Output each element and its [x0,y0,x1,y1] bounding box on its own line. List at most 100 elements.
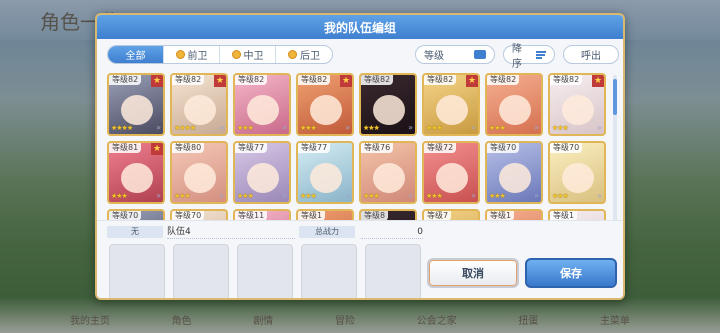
character-stars: ★★★ [552,124,569,132]
character-portrait [499,95,531,125]
character-card[interactable]: 等级70 ★★★ » [548,141,606,204]
favorite-star-icon: ★ [151,143,163,155]
character-portrait [310,95,342,125]
character-level: 等级77 [235,143,268,153]
filter-toolbar: 全部 前卫 中卫 后卫 等级 降序 呼出 [107,44,619,70]
rank-arrow-icon: » [597,191,602,200]
character-stars: ★★★★ [111,124,133,132]
sort-field-icon [474,50,486,59]
favorite-star-icon: ★ [340,75,352,87]
character-card[interactable]: 等级82 ★★★ » [359,73,417,136]
character-list-scrollbar[interactable] [613,75,617,225]
total-power-label: 总战力 [299,226,355,238]
tab-label: 前卫 [187,51,208,62]
character-stars: ★★★ [363,192,380,200]
tab-label: 中卫 [243,51,264,62]
character-stars: ★★★ [300,192,317,200]
save-button[interactable]: 保存 [525,258,617,288]
tab-label: 后卫 [300,51,320,62]
team-slot[interactable] [301,244,357,298]
character-stars: ★★★ [552,192,569,200]
team-slots [109,244,421,298]
character-level: 等级82 [550,75,583,85]
character-card[interactable]: 等级82 ★★★ » [233,73,291,136]
rank-arrow-icon: » [156,123,161,132]
character-level: 等级82 [172,75,205,85]
character-card[interactable]: 等级72 ★★★ » [422,141,480,204]
team-slot[interactable] [109,244,165,298]
character-portrait [184,163,216,193]
sort-field-label: 等级 [424,51,444,62]
cancel-button[interactable]: 取消 [427,258,519,288]
call-out-button[interactable]: 呼出 [563,45,619,64]
tab-3[interactable]: 后卫 [276,46,332,63]
tab-2[interactable]: 中卫 [220,46,276,63]
character-stars: ★★★ [237,124,254,132]
tab-0[interactable]: 全部 [108,46,164,63]
favorite-star-icon: ★ [592,75,604,87]
character-portrait [310,163,342,193]
rank-arrow-icon: » [219,123,224,132]
team-slot[interactable] [173,244,229,298]
character-card[interactable]: 等级82 ★ ★★★» [422,73,480,136]
character-card[interactable]: 等级82 ★ ★★★★» [107,73,165,136]
character-card[interactable]: 等级82 ★★★ » [485,73,543,136]
rank-arrow-icon: » [471,191,476,200]
character-card[interactable]: 等级82 ★ ★★★» [296,73,354,136]
rank-arrow-icon: » [534,123,539,132]
character-stars: ★★★ [300,124,317,132]
rank-arrow-icon: » [219,191,224,200]
dialog-title: 我的队伍编组 [323,20,396,35]
character-level: 等级76 [361,143,394,153]
total-power-value: 0 [361,226,423,239]
character-portrait [562,163,594,193]
rank-arrow-icon: » [408,191,413,200]
rank-arrow-icon: » [156,191,161,200]
character-level: 等级70 [487,143,520,153]
position-icon [175,50,185,59]
team-name[interactable]: 队伍4 [167,226,295,239]
character-level: 等级82 [298,75,331,85]
character-level: 等级82 [424,75,457,85]
rank-arrow-icon: » [471,123,476,132]
character-card[interactable]: 等级76 ★★★ » [359,141,417,204]
scrollbar-thumb[interactable] [613,79,617,115]
character-stars: ★★★ [111,192,128,200]
character-level: 等级82 [361,75,394,85]
character-stars: ★★★ [489,124,506,132]
character-portrait [436,95,468,125]
sort-field-button[interactable]: 等级 [415,45,495,64]
position-tabs: 全部 前卫 中卫 后卫 [107,45,333,64]
character-stars: ★★★ [174,192,191,200]
favorite-star-icon: ★ [151,75,163,87]
character-card[interactable]: 等级77 ★★★ » [296,141,354,204]
character-portrait [499,163,531,193]
character-level: 等级70 [550,143,583,153]
team-slot[interactable] [237,244,293,298]
character-stars: ★★★ [237,192,254,200]
character-card[interactable]: 等级77 ★★★ » [233,141,291,204]
tab-label: 全部 [125,51,146,62]
character-level: 等级72 [424,143,457,153]
character-card[interactable]: 等级81 ★ ★★★» [107,141,165,204]
rank-arrow-icon: » [282,123,287,132]
sort-order-icon [535,50,546,59]
character-portrait [373,95,405,125]
character-portrait [184,95,216,125]
character-level: 等级82 [487,75,520,85]
character-level: 等级77 [298,143,331,153]
character-card[interactable]: 等级82 ★ ★★★★» [170,73,228,136]
team-slot[interactable] [365,244,421,298]
character-portrait [436,163,468,193]
character-card[interactable]: 等级82 ★ ★★★» [548,73,606,136]
position-icon [231,50,241,59]
team-panel: 无 队伍4 总战力 0 取消 保存 [97,220,623,298]
character-level: 等级82 [235,75,268,85]
favorite-star-icon: ★ [466,75,478,87]
sort-order-button[interactable]: 降序 [503,44,555,70]
character-card[interactable]: 等级70 ★★★ » [485,141,543,204]
character-portrait [121,95,153,125]
character-card[interactable]: 等级80 ★★★ » [170,141,228,204]
tab-1[interactable]: 前卫 [164,46,220,63]
character-stars: ★★★ [426,192,443,200]
